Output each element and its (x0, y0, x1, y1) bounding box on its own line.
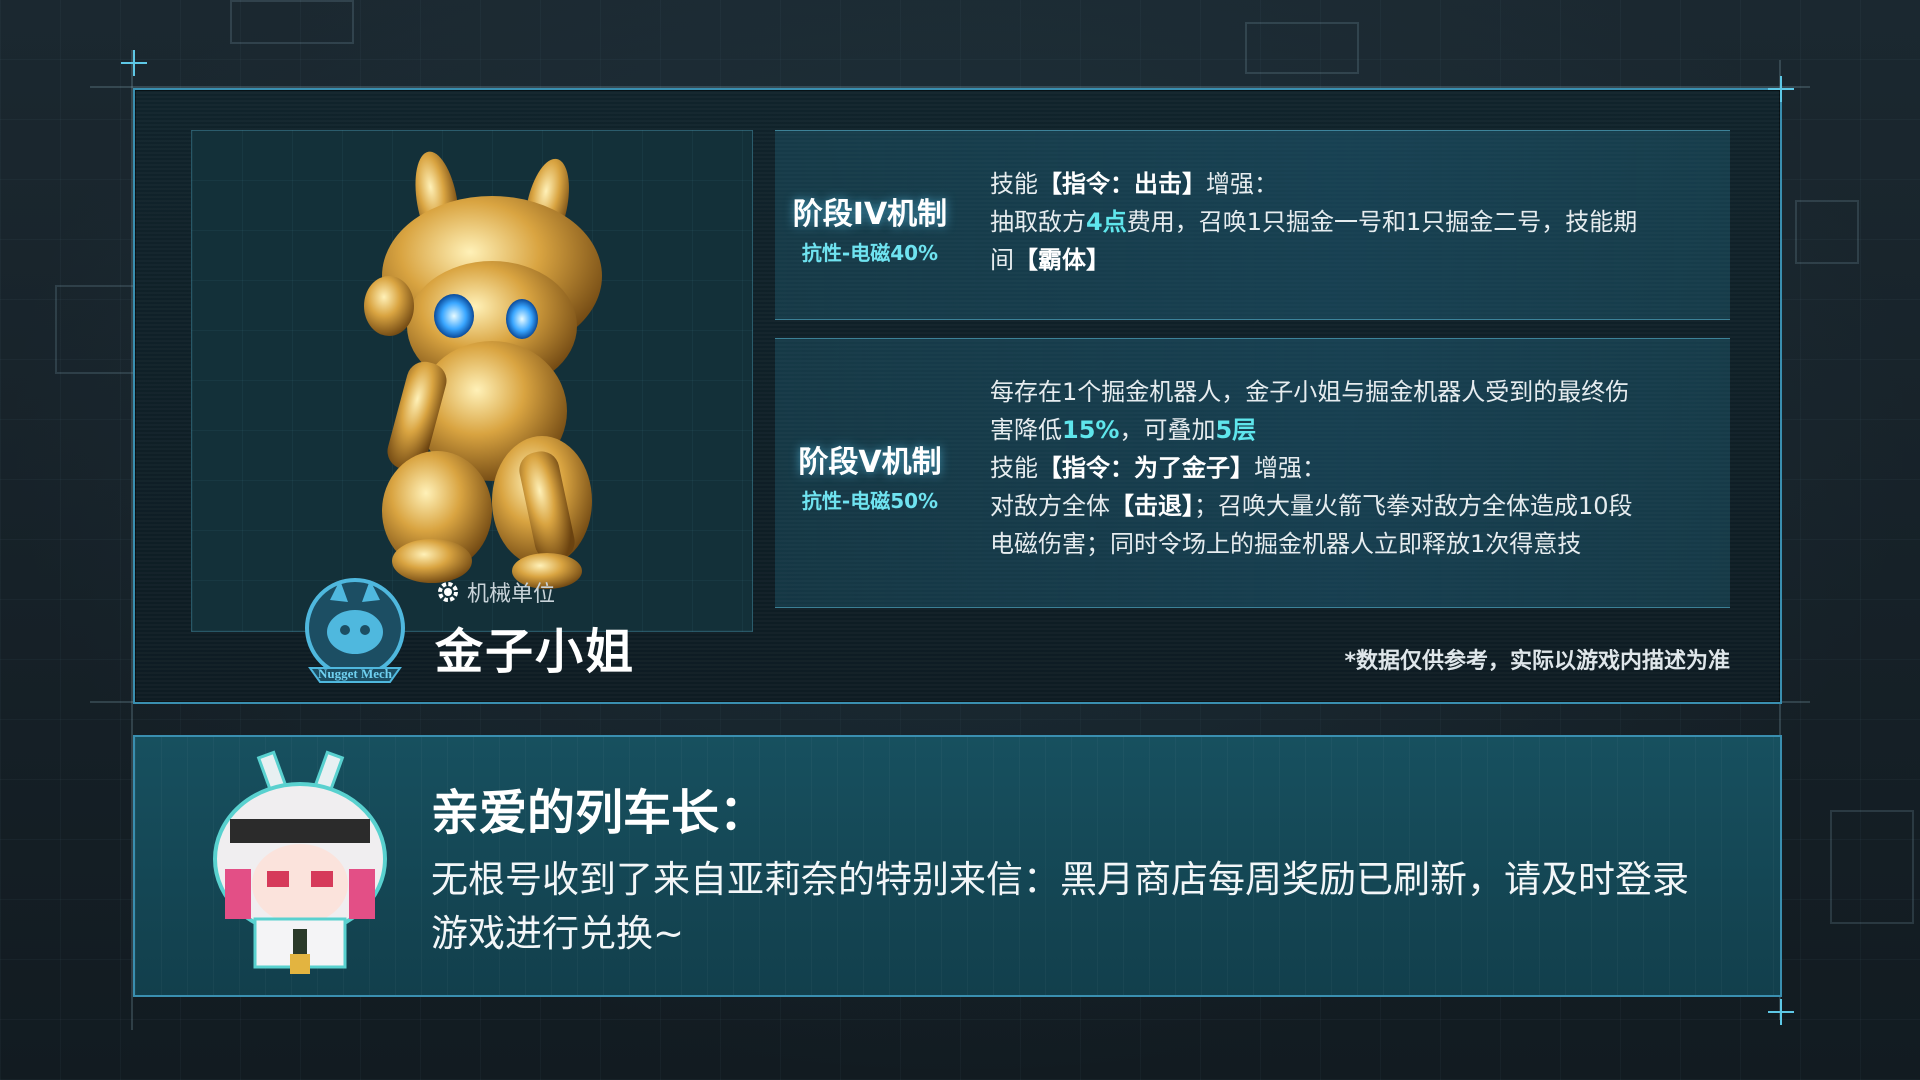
stage-4-title: 阶段IV机制 (792, 197, 948, 232)
description-line: 每存在1个掘金机器人，金子小姐与掘金机器人受到的最终伤 (990, 378, 1630, 406)
bg-blueprint-frame (1795, 200, 1859, 264)
notice-greeting: 亲爱的列车长： (431, 785, 768, 841)
description-line: 对敌方全体【击退】；召唤大量火箭飞拳对敌方全体造成10段 (990, 492, 1633, 520)
stage-4-header: 阶段IV机制 抗性-电磁40% (775, 189, 965, 266)
stage-5-header: 阶段V机制 抗性-电磁50% (775, 437, 965, 514)
bg-blueprint-frame (55, 285, 139, 374)
stage-4-mechanic: 阶段IV机制 抗性-电磁40% 技能【指令：出击】增强： 抽取敌方4点费用，召唤… (775, 130, 1730, 320)
description-line: 抽取敌方4点费用，召唤1只掘金一号和1只掘金二号，技能期 (990, 208, 1638, 236)
stage-5-title: 阶段V机制 (798, 445, 942, 480)
bg-blueprint-frame (1245, 22, 1359, 74)
svg-text:Nugget Mech: Nugget Mech (318, 666, 393, 681)
description-line: 间【霸体】 (990, 246, 1110, 274)
corner-crosshair-icon (1768, 999, 1794, 1025)
notice-panel: 亲爱的列车长： 无根号收到了来自亚莉奈的特别来信：黑月商店每周奖励已刷新，请及时… (133, 735, 1794, 1025)
unit-type-row: 机械单位 (435, 576, 555, 608)
nugget-mech-emblem-icon: Nugget Mech (305, 578, 405, 683)
disclaimer-note: *数据仅供参考，实际以游戏内描述为准 (1344, 649, 1730, 674)
stage-5-resist: 抗性-电磁50% (801, 489, 939, 513)
arine-pixel-avatar (213, 750, 387, 974)
bg-blueprint-frame (230, 0, 354, 44)
description-line: 技能【指令：为了金子】增强： (990, 454, 1326, 482)
description-line: 电磁伤害；同时令场上的掘金机器人立即释放1次得意技 (990, 530, 1582, 558)
unit-type-label: 机械单位 (467, 582, 556, 607)
stage-5-mechanic: 阶段V机制 抗性-电磁50% 每存在1个掘金机器人，金子小姐与掘金机器人受到的最… (775, 338, 1730, 608)
description-line: 害降低15%，可叠加5层 (990, 416, 1257, 444)
corner-crosshair-icon (121, 50, 147, 76)
character-portrait-frame (191, 130, 753, 632)
character-name: 金子小姐 (435, 624, 636, 680)
gear-icon (438, 582, 458, 602)
stage-5-description: 每存在1个掘金机器人，金子小姐与掘金机器人受到的最终伤 害降低15%，可叠加5层… (990, 373, 1700, 563)
corner-crosshair-icon (1768, 76, 1794, 102)
stage-4-resist: 抗性-电磁40% (801, 241, 939, 265)
bg-blueprint-frame (1830, 810, 1914, 924)
boss-info-panel: Nugget Mech 机械单位 金子小姐 阶段IV机制 抗性-电磁40% 技能… (121, 50, 1794, 704)
notice-message: 无根号收到了来自亚莉奈的特别来信：黑月商店每周奖励已刷新，请及时登录游戏进行兑换… (431, 858, 1689, 955)
gold-robot-illustration (364, 151, 602, 589)
description-line: 技能【指令：出击】增强： (990, 170, 1278, 198)
stage-4-description: 技能【指令：出击】增强： 抽取敌方4点费用，召唤1只掘金一号和1只掘金二号，技能… (990, 165, 1700, 279)
